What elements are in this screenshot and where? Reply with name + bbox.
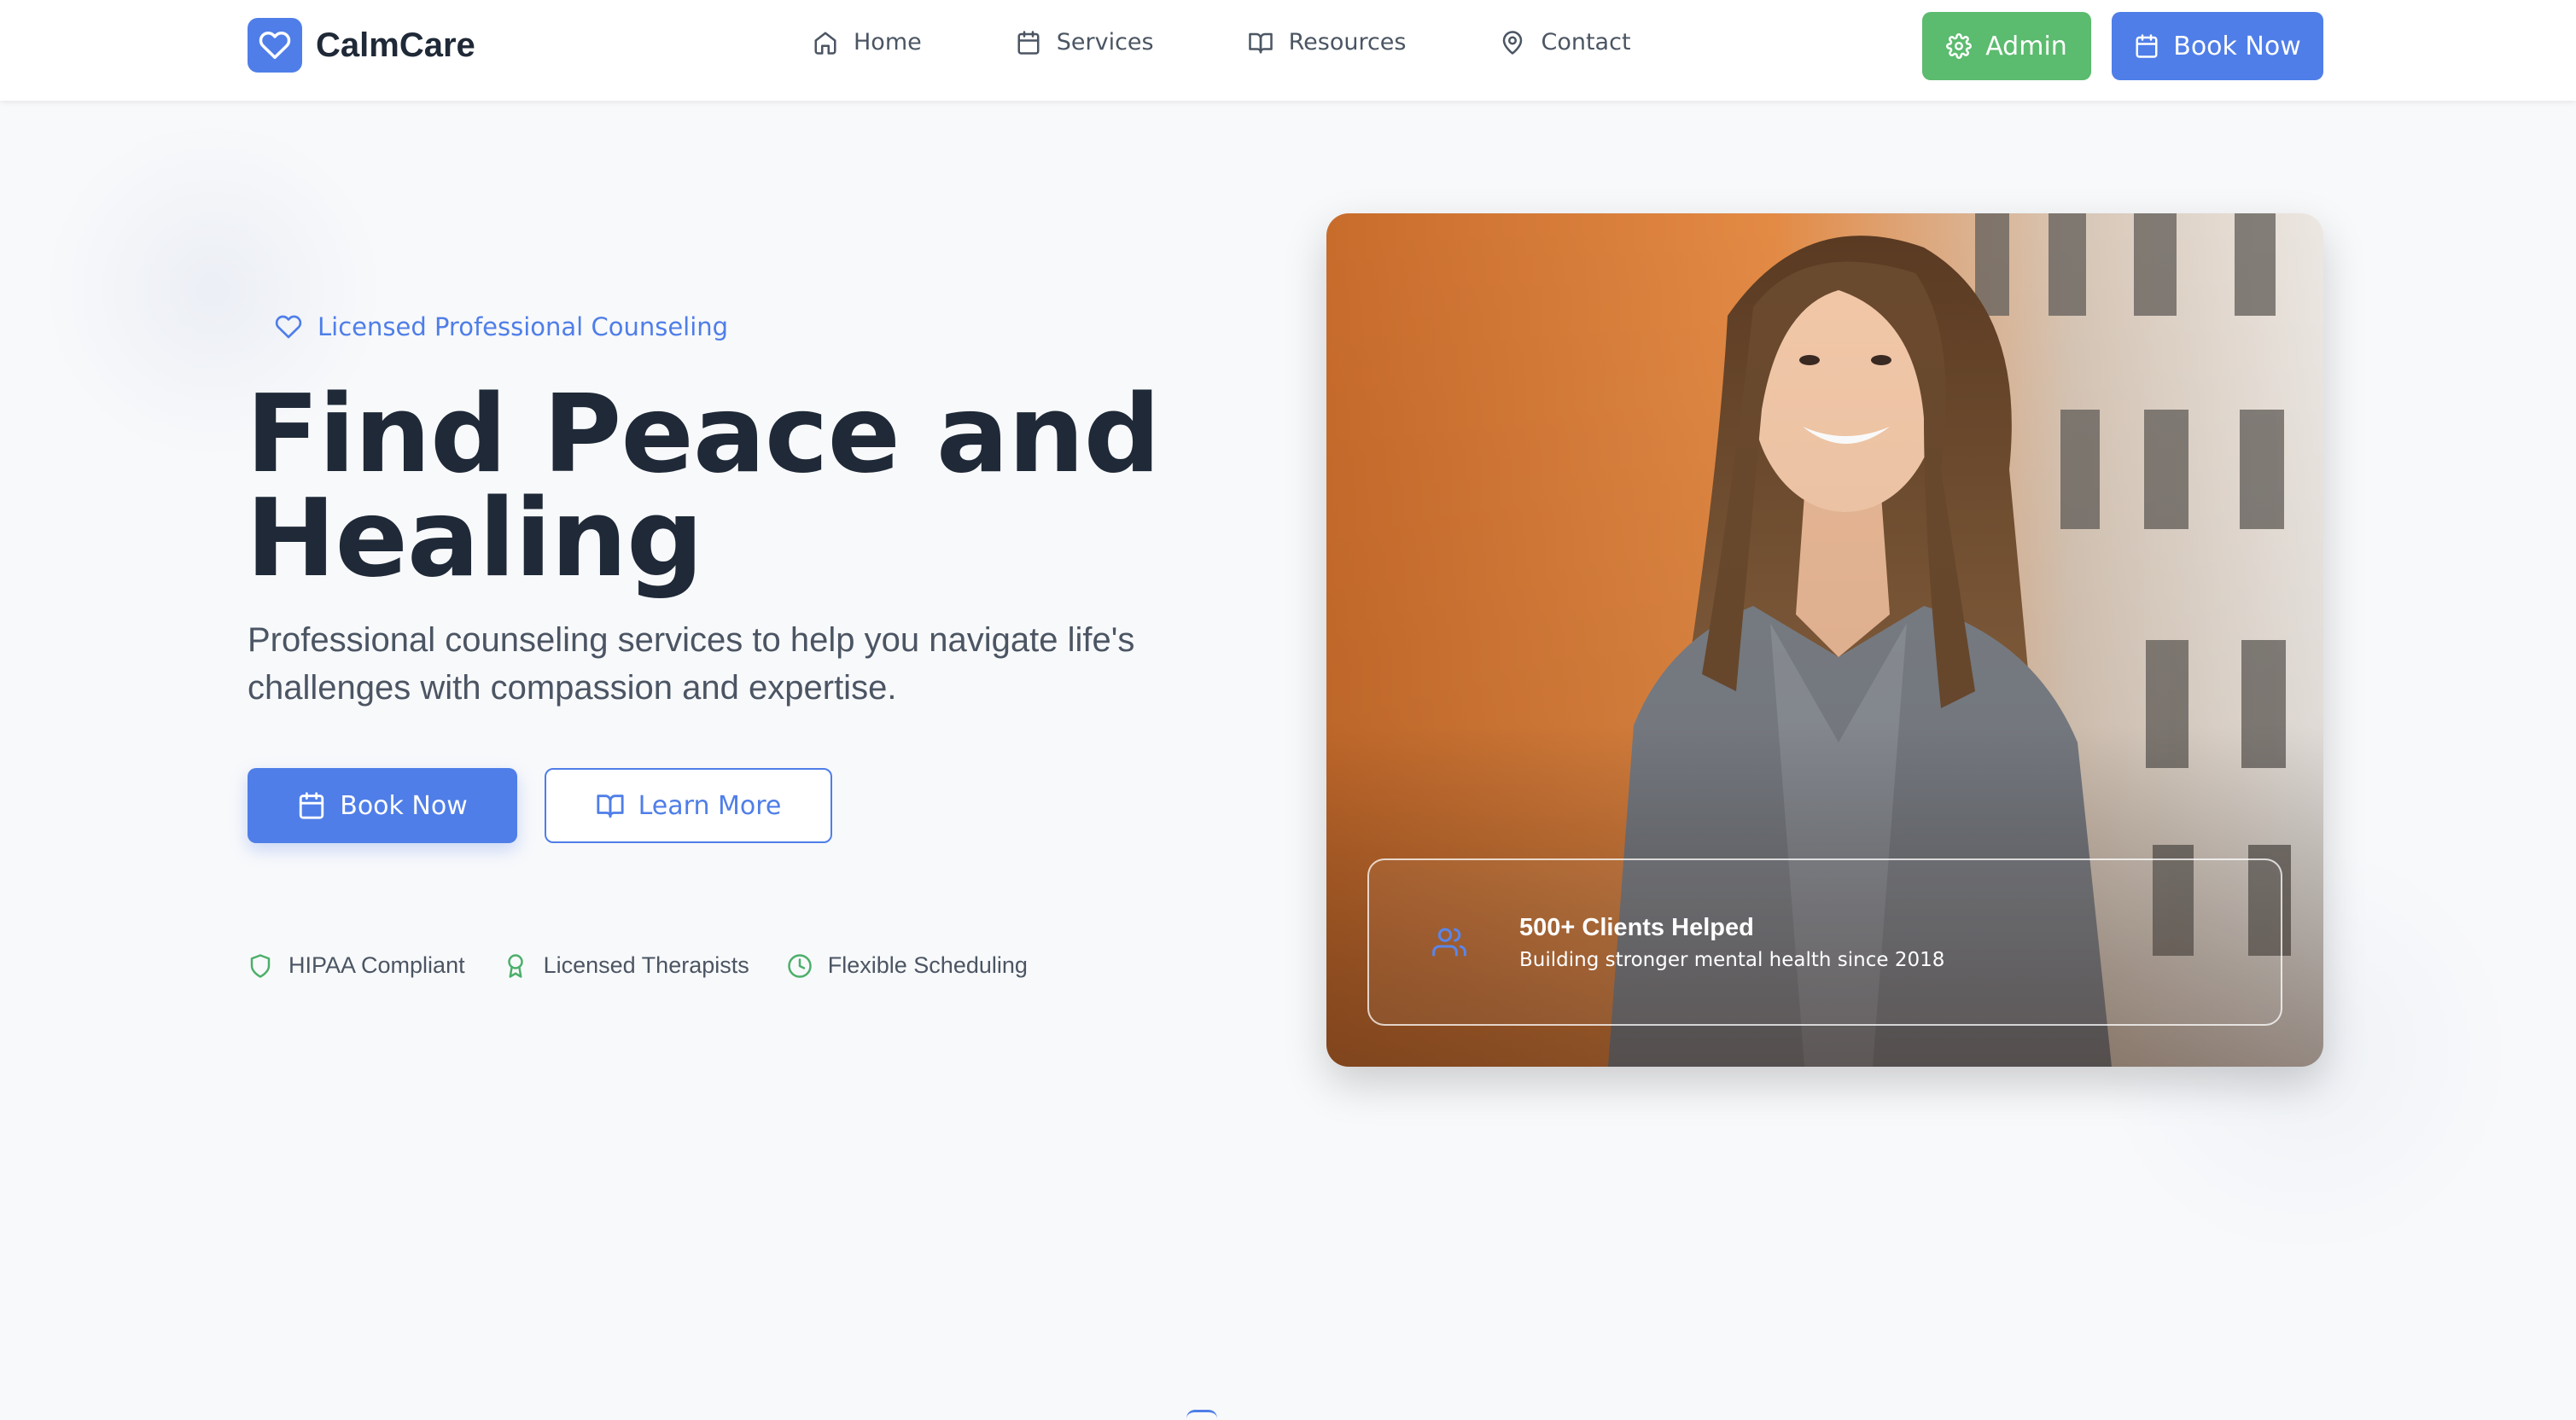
book-now-button[interactable]: Book Now [248,768,517,843]
learn-more-label: Learn More [638,790,782,821]
calendar-icon [1017,30,1040,55]
gear-icon [1946,33,1973,59]
hero-badge: Licensed Professional Counseling [275,312,728,341]
stats-text: 500+ Clients Helped Building stronger me… [1519,914,1944,971]
hero-subtitle: Professional counseling services to help… [248,621,1135,707]
top-navbar: CalmCare Home Services Resources Contact… [0,0,2576,101]
heart-icon [275,315,302,339]
stats-card: 500+ Clients Helped Building stronger me… [1367,858,2282,1026]
brand-name: CalmCare [316,26,475,64]
feature-hipaa: HIPAA Compliant [248,952,465,979]
feature-label: Flexible Scheduling [827,952,1028,978]
next-section-peek [1186,1410,1217,1420]
shield-icon [250,953,271,978]
clock-icon [788,953,812,978]
nav-item-services[interactable]: Services [1016,29,1154,55]
stats-description: Building stronger mental health since 20… [1519,948,1945,971]
stats-title: 500+ Clients Helped [1519,913,1754,941]
book-open-icon [597,794,624,818]
admin-button-label: Admin [1985,31,2067,61]
book-now-label: Book Now [2173,31,2301,61]
hero-title: Find Peace and Healing [246,371,1161,601]
book-now-label: Book Now [340,790,468,821]
hero-image-card: 500+ Clients Helped Building stronger me… [1326,213,2323,1067]
feature-licensed: Licensed Therapists [503,952,749,979]
heart-logo-icon [248,18,302,73]
calendar-icon [300,792,324,819]
book-open-icon [1248,32,1273,53]
nav-label: Resources [1288,29,1407,55]
feature-label: Licensed Therapists [543,952,749,978]
nav-item-resources[interactable]: Resources [1248,29,1407,55]
map-pin-icon [1503,30,1523,55]
home-icon [814,32,836,55]
main-nav: Home Services Resources Contact [813,29,1631,55]
feature-scheduling: Flexible Scheduling [787,952,1028,979]
nav-item-contact[interactable]: Contact [1500,29,1631,55]
brand[interactable]: CalmCare [248,18,475,73]
header-book-now-button[interactable]: Book Now [2112,12,2323,80]
feature-list: HIPAA Compliant Licensed Therapists Flex… [248,952,1065,979]
feature-label: HIPAA Compliant [288,952,465,978]
users-icon [1431,923,1468,961]
nav-label: Contact [1541,29,1631,55]
nav-item-home[interactable]: Home [813,29,922,55]
nav-label: Home [854,29,922,55]
nav-label: Services [1056,29,1154,55]
award-icon [507,953,523,978]
calendar-icon [2136,34,2158,58]
learn-more-button[interactable]: Learn More [545,768,832,843]
hero-badge-label: Licensed Professional Counseling [318,312,729,341]
admin-button[interactable]: Admin [1922,12,2091,80]
